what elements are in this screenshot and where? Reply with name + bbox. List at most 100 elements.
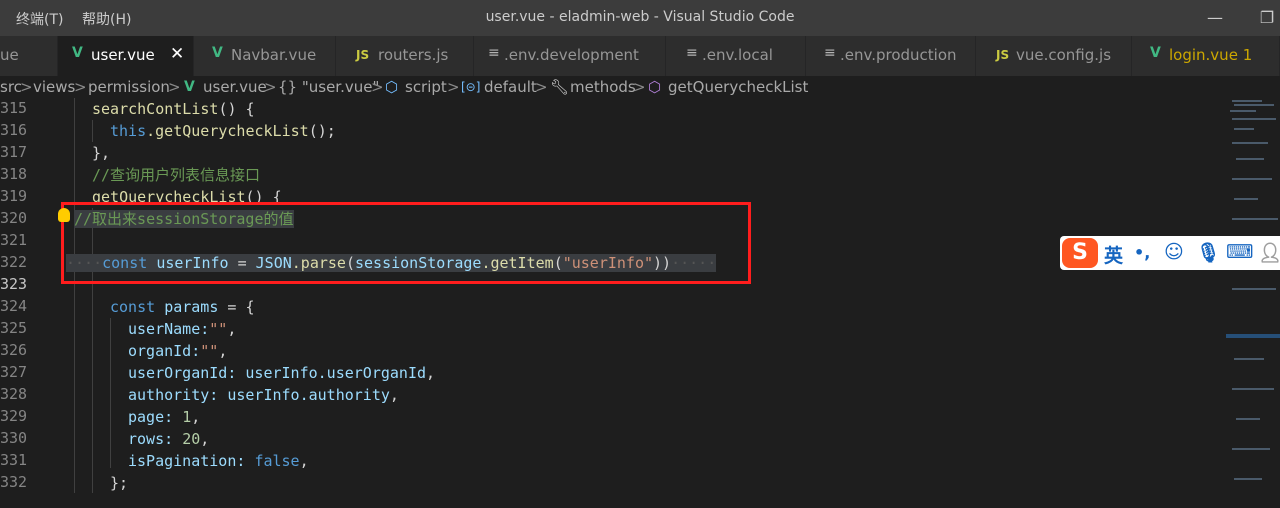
code-token: userOrganId: [128, 364, 246, 382]
line-number: 327 [0, 363, 28, 381]
cube-icon: ⬡ [385, 78, 399, 96]
code-token: params [164, 298, 219, 316]
tab-label: user.vue [91, 46, 155, 64]
indent-guide [92, 120, 93, 142]
chevron-right-icon: > [447, 78, 460, 96]
breadcrumb-methods[interactable]: methods [570, 78, 636, 96]
line-number: 330 [0, 429, 28, 447]
restore-icon[interactable]: ❐ [1254, 6, 1280, 30]
code-token: const [110, 298, 156, 316]
minimap-line [1230, 110, 1256, 112]
line-number: 316 [0, 121, 28, 139]
microphone-icon[interactable]: 🎙︎ [1196, 241, 1220, 264]
code-line-317: }, [92, 144, 111, 162]
tab-label: .env.production [840, 46, 957, 64]
lightbulb-icon[interactable] [58, 208, 70, 222]
tab-login-vue[interactable]: V login.vue 1 [1132, 36, 1280, 76]
code-token: , [218, 342, 228, 360]
indent-guide [110, 318, 111, 468]
code-line-329: page: 1, [128, 406, 200, 428]
smiley-icon[interactable]: ☺ [1164, 241, 1184, 263]
code-token: .getQuerycheckList [146, 122, 309, 140]
chevron-right-icon: > [74, 78, 87, 96]
line-number: 325 [0, 319, 28, 337]
chevron-right-icon: > [264, 78, 277, 96]
code-line-316: this.getQuerycheckList(); [110, 120, 336, 142]
tab-routers-js[interactable]: JS routers.js [336, 36, 474, 76]
vue-icon: V [1150, 45, 1161, 61]
code-token: , [299, 452, 309, 470]
tab-label: vue.config.js [1016, 46, 1112, 64]
sogou-logo[interactable]: S [1062, 238, 1098, 268]
tab-label: routers.js [378, 46, 449, 64]
minimap[interactable] [1226, 98, 1280, 493]
ime-toolbar[interactable]: S 英 •, ☺ 🎙︎ ⌨ 👤︎ [1060, 236, 1280, 270]
line-number-current: 323 [0, 275, 28, 293]
tab-label: .env.local [702, 46, 773, 64]
chevron-right-icon: > [168, 78, 181, 96]
breadcrumb-file[interactable]: user.vue [203, 78, 267, 96]
breadcrumb-src[interactable]: src [0, 78, 22, 96]
tab-env-production[interactable]: ≡ .env.production [806, 36, 976, 76]
tab-ue[interactable]: ue [0, 36, 58, 76]
minimap-line [1234, 358, 1264, 360]
tab-env-development[interactable]: ≡ .env.development [474, 36, 666, 76]
keyboard-icon[interactable]: ⌨ [1226, 241, 1253, 263]
chevron-right-icon: > [371, 78, 384, 96]
user-icon[interactable]: 👤︎ [1258, 241, 1280, 264]
ime-punctuation-toggle[interactable]: •, [1134, 243, 1150, 262]
code-token: userInfo [227, 386, 300, 404]
close-icon[interactable]: ✕ [170, 44, 184, 64]
indent-guide [74, 98, 75, 493]
code-line-330: rows: 20, [128, 428, 209, 450]
minimap-line [1232, 288, 1276, 290]
chevron-right-icon: > [633, 78, 646, 96]
variable-icon: [⊝] [461, 80, 481, 94]
code-token: this [110, 122, 147, 140]
tab-label: Navbar.vue [231, 46, 317, 64]
ime-mode-toggle[interactable]: 英 [1104, 241, 1123, 268]
code-token: , [227, 320, 237, 338]
code-token: () { [218, 100, 255, 118]
horizontal-scrollbar[interactable] [0, 493, 1280, 508]
code-token: , [200, 430, 210, 448]
line-number: 319 [0, 187, 28, 205]
tab-vue-config-js[interactable]: JS vue.config.js [976, 36, 1132, 76]
minimap-line [1234, 478, 1262, 480]
breadcrumb-permission[interactable]: permission [88, 78, 170, 96]
line-number: 321 [0, 231, 28, 249]
wrench-icon: 🔧︎ [550, 78, 570, 96]
code-token: , [389, 386, 399, 404]
breadcrumb-default[interactable]: default [484, 78, 537, 96]
tab-user-vue[interactable]: V user.vue ✕ [58, 36, 194, 76]
line-number: 324 [0, 297, 28, 315]
code-line-331: isPagination: false, [128, 450, 309, 472]
code-editor[interactable]: 315 316 317 318 319 320 321 322 323 324 … [0, 98, 1280, 508]
code-token: false [254, 452, 300, 470]
code-token: , [426, 364, 436, 382]
breadcrumb-script[interactable]: script [405, 78, 447, 96]
breadcrumb-module[interactable]: {} "user.vue" [278, 78, 379, 96]
code-token: 20 [182, 430, 201, 448]
code-token: = { [218, 298, 255, 316]
line-number: 331 [0, 451, 28, 469]
minimap-line [1232, 448, 1270, 450]
minimap-line [1232, 218, 1278, 220]
file-lines-icon: ≡ [686, 45, 698, 61]
minimize-icon[interactable]: — [1202, 6, 1228, 30]
line-number: 322 [0, 253, 28, 271]
breadcrumb-views[interactable]: views [33, 78, 75, 96]
tab-navbar-vue[interactable]: V Navbar.vue [194, 36, 336, 76]
code-line-315: searchContList() { [92, 98, 255, 120]
line-number: 320 [0, 209, 28, 227]
code-line-318: //查询用户列表信息接口 [92, 166, 261, 184]
title-bar: 终端(T) 帮助(H) user.vue - eladmin-web - Vis… [0, 0, 1280, 36]
breadcrumb: src > views > permission > V user.vue > … [0, 76, 1280, 98]
chevron-right-icon: > [535, 78, 548, 96]
file-lines-icon: ≡ [824, 45, 836, 61]
tab-env-local[interactable]: ≡ .env.local [666, 36, 806, 76]
code-line-325: userName:"", [128, 318, 236, 340]
code-token: userName: [128, 320, 210, 338]
minimap-line [1234, 104, 1274, 106]
breadcrumb-method-name[interactable]: getQuerycheckList [668, 78, 808, 96]
